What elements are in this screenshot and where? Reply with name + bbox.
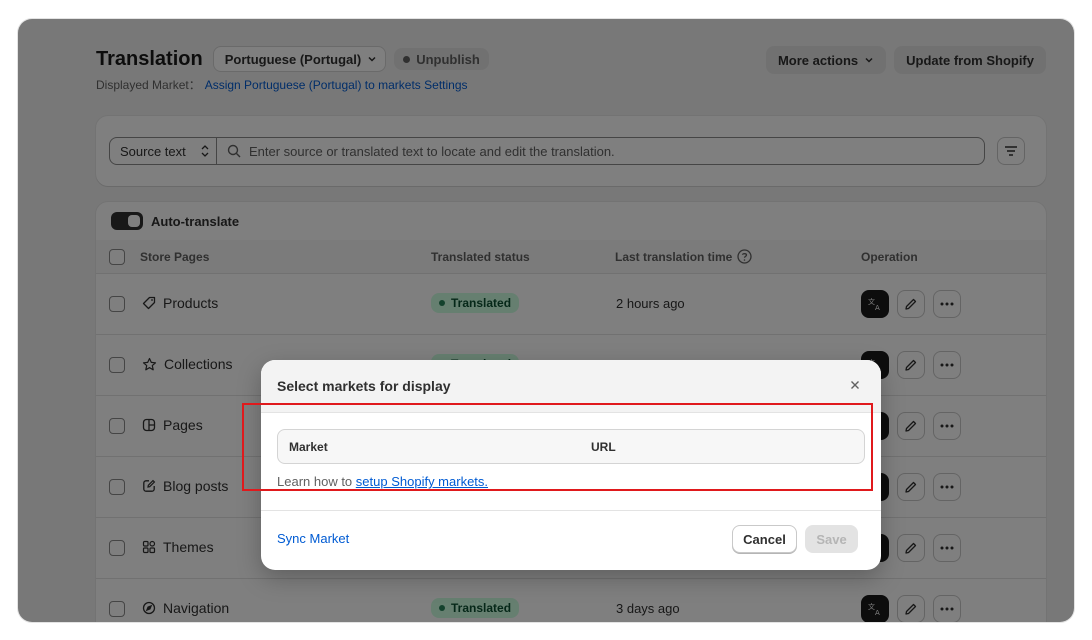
modal-divider: [261, 510, 881, 511]
setup-markets-link[interactable]: setup Shopify markets.: [356, 474, 488, 489]
learn-prefix: Learn how to: [277, 474, 353, 489]
col-url: URL: [591, 440, 616, 454]
close-button[interactable]: [847, 377, 863, 393]
modal-header: Select markets for display: [261, 360, 881, 413]
app-window: Translation Portuguese (Portugal) Unpubl…: [18, 19, 1074, 622]
col-market: Market: [289, 440, 328, 454]
markets-table-header: Market URL: [277, 429, 865, 464]
cancel-button[interactable]: Cancel: [732, 525, 797, 553]
sync-market-link[interactable]: Sync Market: [277, 531, 349, 546]
modal-title: Select markets for display: [277, 378, 451, 394]
select-markets-modal: Select markets for display Market URL Le…: [261, 360, 881, 570]
close-icon: [851, 381, 859, 389]
learn-text: Learn how to setup Shopify markets.: [277, 474, 488, 489]
save-button[interactable]: Save: [805, 525, 858, 553]
